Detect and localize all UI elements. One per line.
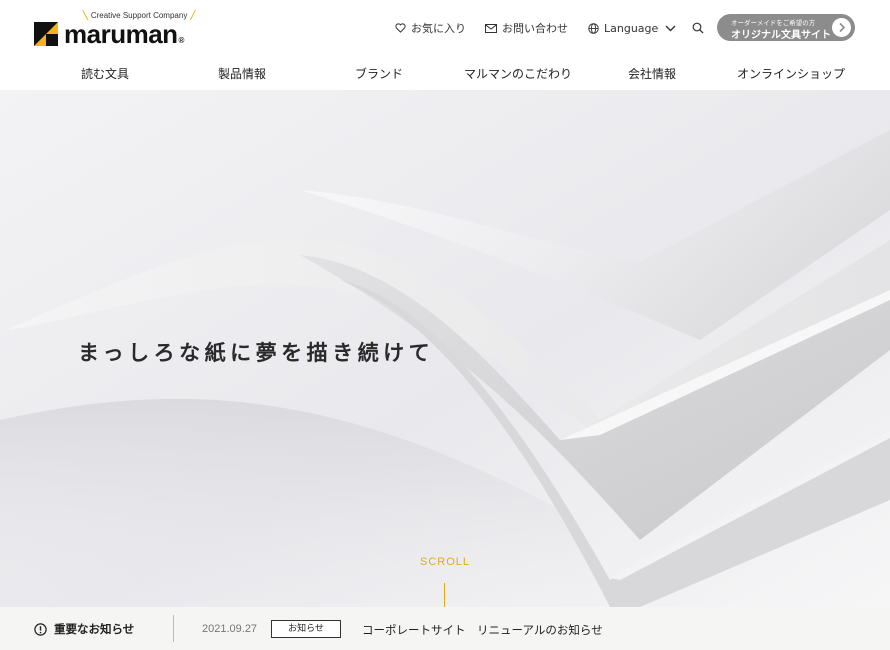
scroll-line bbox=[444, 583, 445, 607]
hero-catchcopy: まっしろな紙に夢を描き続けて bbox=[78, 340, 435, 365]
favorites-link[interactable]: お気に入り bbox=[395, 20, 466, 36]
nav-item-online-shop[interactable]: オンラインショップ bbox=[737, 65, 845, 82]
language-selector[interactable]: Language bbox=[588, 20, 676, 36]
arrow-right-icon bbox=[832, 18, 851, 37]
news-category-tag: お知らせ bbox=[271, 620, 341, 638]
nav-item-commitment[interactable]: マルマンのこだわり bbox=[464, 65, 572, 82]
heart-icon bbox=[395, 23, 406, 33]
chevron-down-icon bbox=[665, 25, 676, 31]
news-title-link[interactable]: コーポレートサイト リニューアルのお知らせ bbox=[362, 622, 603, 638]
search-icon bbox=[692, 22, 704, 34]
global-nav: 読む文具 製品情報 ブランド マルマンのこだわり 会社情報 オンラインショップ bbox=[0, 62, 890, 84]
contact-label: お問い合わせ bbox=[502, 22, 568, 35]
globe-icon bbox=[588, 22, 599, 34]
alert-icon bbox=[34, 622, 47, 636]
site-header: ╲ Creative Support Company ╱ maruman® お気に入… bbox=[0, 0, 890, 90]
nav-item-brands[interactable]: ブランド bbox=[355, 65, 403, 82]
important-news-heading: 重要なお知らせ bbox=[34, 621, 134, 637]
mail-icon bbox=[485, 23, 497, 33]
search-button[interactable] bbox=[692, 20, 709, 36]
logo-mark-icon bbox=[34, 22, 58, 46]
scroll-indicator[interactable]: SCROLL bbox=[420, 556, 470, 568]
original-stationery-button[interactable]: オーダーメイドをご希望の方 オリジナル文具サイト bbox=[717, 14, 855, 41]
news-date: 2021.09.27 bbox=[202, 623, 258, 635]
nav-item-company[interactable]: 会社情報 bbox=[628, 65, 676, 82]
important-news-bar: 重要なお知らせ 2021.09.27 お知らせ コーポレートサイト リニューアル… bbox=[0, 607, 890, 650]
maruman-logo[interactable]: ╲ Creative Support Company ╱ maruman® bbox=[34, 10, 214, 50]
logo-wordmark: maruman® bbox=[64, 19, 184, 49]
news-divider bbox=[173, 615, 174, 642]
contact-link[interactable]: お問い合わせ bbox=[485, 20, 568, 36]
nav-item-reading-stationery[interactable]: 読む文具 bbox=[81, 65, 129, 82]
important-news-label: 重要なお知らせ bbox=[54, 622, 135, 636]
language-label: Language bbox=[604, 21, 659, 35]
favorites-label: お気に入り bbox=[411, 22, 466, 35]
nav-item-products[interactable]: 製品情報 bbox=[218, 65, 266, 82]
hero-visual: まっしろな紙に夢を描き続けて SCROLL bbox=[0, 90, 890, 607]
custom-order-label: オリジナル文具サイト bbox=[731, 30, 831, 41]
